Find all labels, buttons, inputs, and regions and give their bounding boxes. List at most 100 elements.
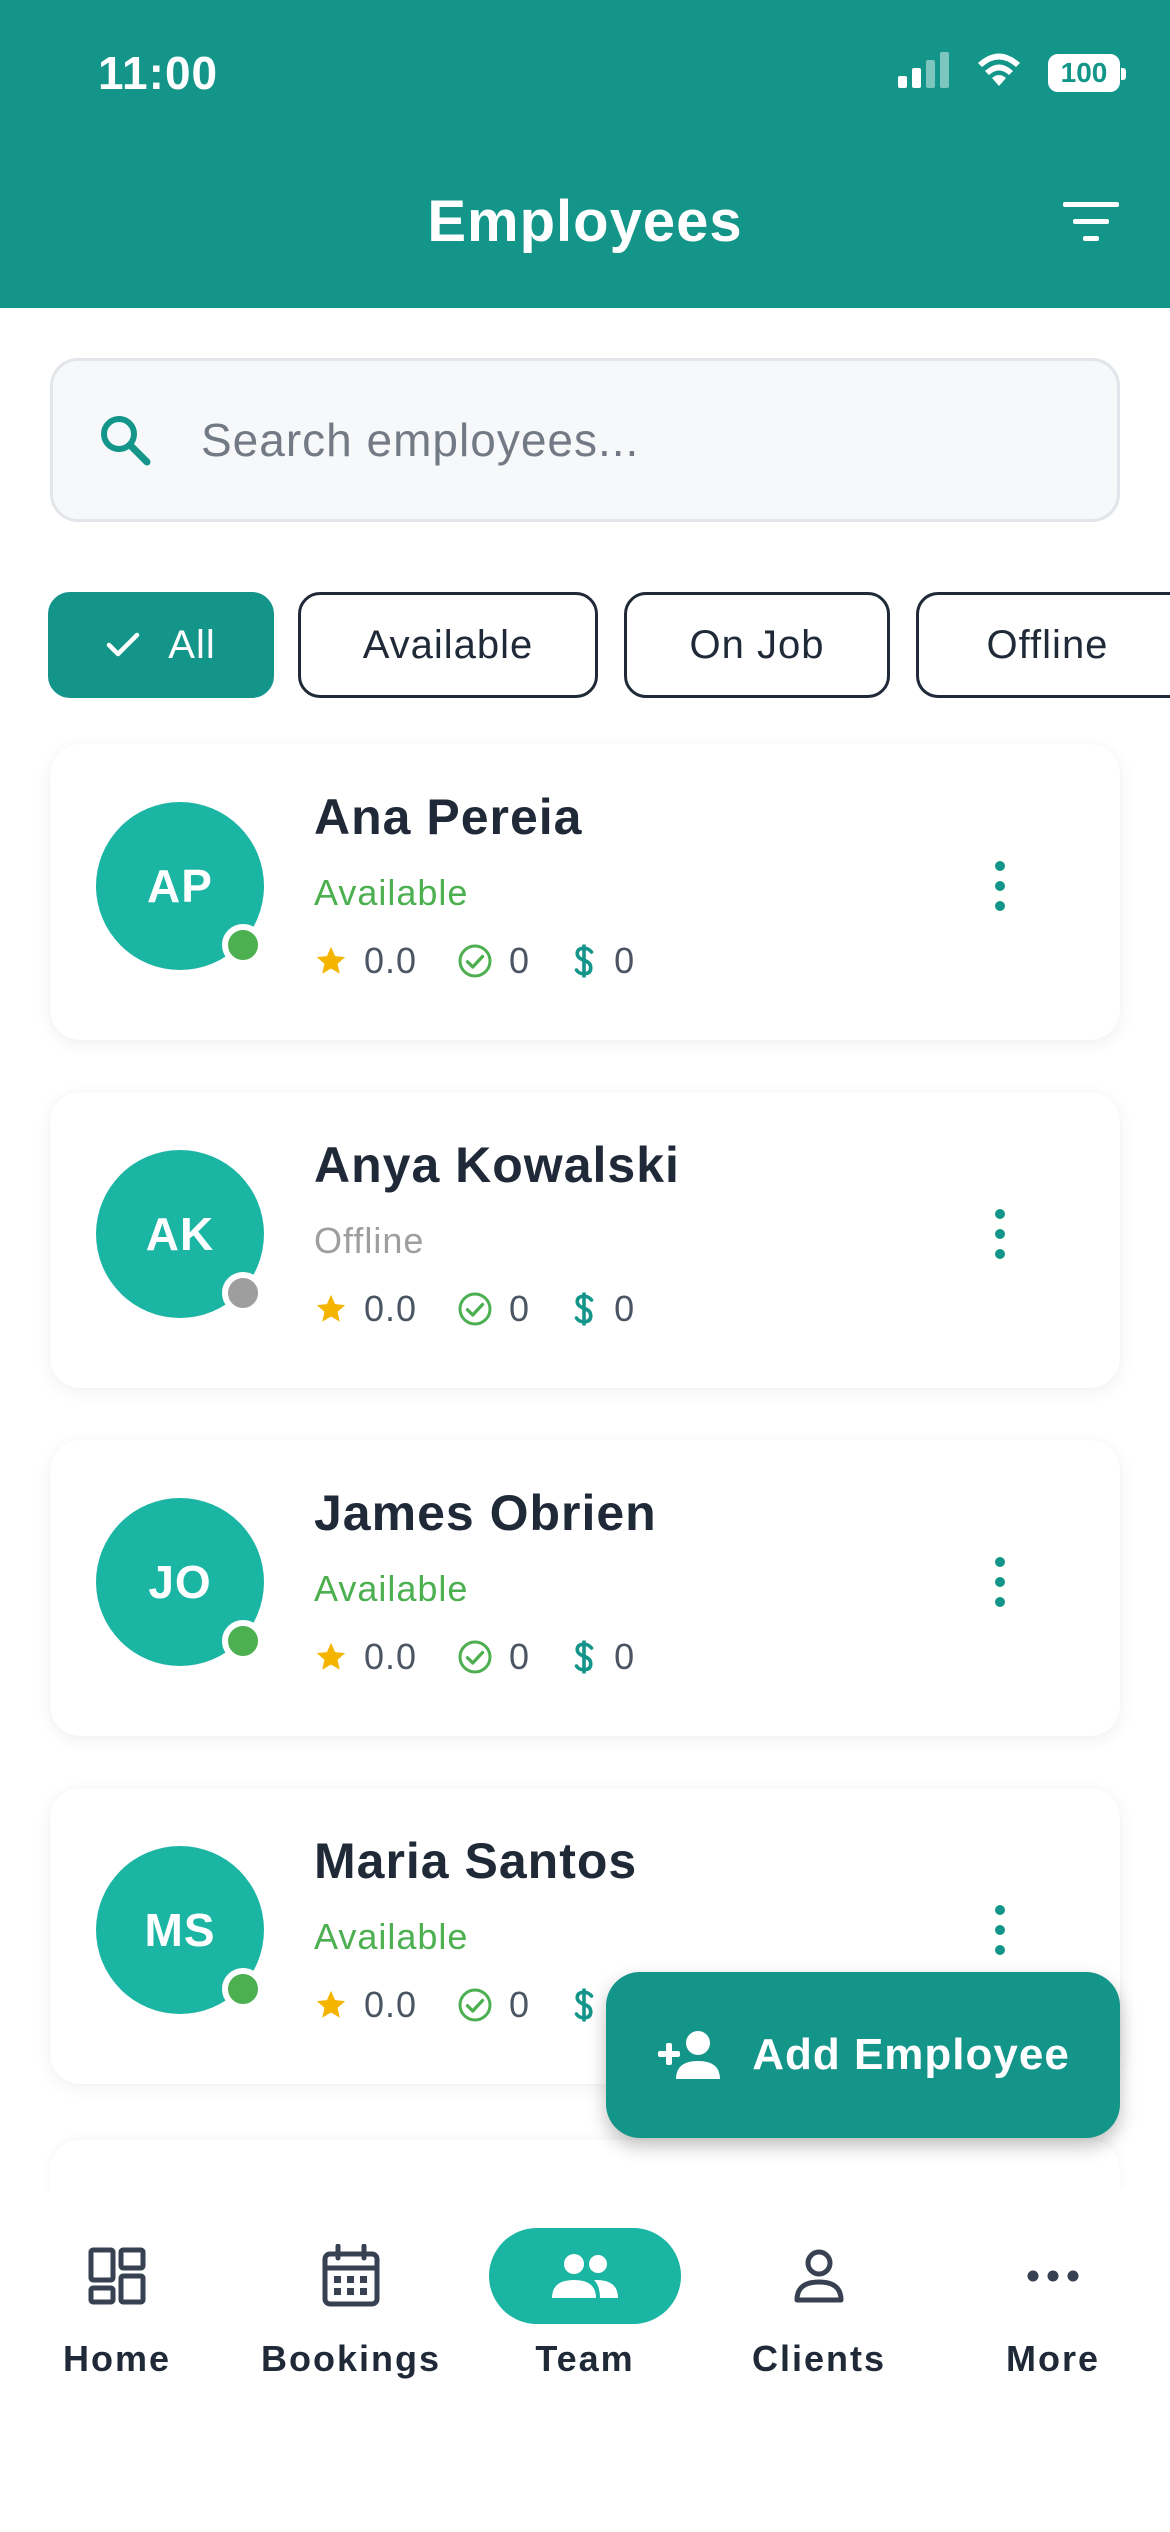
employee-status: Available: [314, 1916, 469, 1957]
check-icon: [106, 632, 140, 658]
more-options-button[interactable]: [980, 846, 1020, 926]
more-vertical-icon: [995, 861, 1005, 911]
nav-label: Bookings: [260, 2338, 441, 2379]
check-circle-icon: [458, 944, 492, 978]
status-icons: 100: [898, 52, 1126, 93]
nav-label: Clients: [751, 2338, 887, 2379]
jobs-value: 0: [509, 1636, 531, 1677]
employee-stats: 0.0 0 0: [314, 940, 675, 982]
battery-icon: 100: [1048, 53, 1126, 92]
rating-value: 0.0: [364, 940, 418, 981]
rating-stat: 0.0: [314, 1984, 417, 2026]
jobs-value: 0: [509, 1984, 531, 2025]
earnings-stat: 0: [570, 1636, 635, 1678]
more-vertical-icon: [995, 1557, 1005, 1607]
dollar-icon: [574, 1640, 594, 1674]
more-horizontal-icon: [957, 2228, 1149, 2324]
jobs-stat: 0: [457, 1984, 530, 2026]
employee-name: Ana Pereia: [314, 789, 583, 845]
nav-label: Team: [535, 2338, 635, 2379]
rating-stat: 0.0: [314, 1636, 417, 1678]
earnings-stat: 0: [570, 940, 635, 982]
filter-chip-label: Offline: [986, 622, 1109, 667]
dollar-icon: [574, 1292, 594, 1326]
nav-label: More: [1005, 2338, 1100, 2379]
jobs-value: 0: [509, 940, 531, 981]
people-icon: [489, 2228, 681, 2324]
nav-item-bookings[interactable]: Bookings: [234, 2228, 468, 2380]
filter-chip-offline[interactable]: Offline: [916, 592, 1170, 698]
employee-name: Anya Kowalski: [314, 1137, 680, 1193]
jobs-stat: 0: [457, 1288, 530, 1330]
employee-card[interactable]: AP Ana Pereia Available 0.0 0 0: [50, 744, 1120, 1040]
signal-icon: [898, 52, 950, 93]
more-options-button[interactable]: [980, 1890, 1020, 1970]
earnings-value: 0: [614, 1288, 636, 1329]
rating-value: 0.0: [364, 1288, 418, 1329]
filter-button[interactable]: [1056, 196, 1126, 252]
employee-status: Offline: [314, 1220, 425, 1261]
employee-stats: 0.0 0 0: [314, 1636, 675, 1678]
dollar-icon: [574, 944, 594, 978]
employee-status: Available: [314, 872, 469, 913]
employee-status: Available: [314, 1568, 469, 1609]
add-person-icon: [658, 2031, 721, 2079]
add-employee-label: Add Employee: [752, 2030, 1070, 2079]
employee-name: James Obrien: [314, 1485, 657, 1541]
status-time: 11:00: [98, 47, 219, 99]
page-title: Employees: [427, 189, 743, 254]
status-indicator: [222, 1968, 264, 2010]
app-header: 11:00 100 Employees: [0, 0, 1170, 308]
rating-value: 0.0: [364, 1636, 418, 1677]
employee-name: Maria Santos: [314, 1833, 638, 1889]
status-indicator: [222, 924, 264, 966]
rating-value: 0.0: [364, 1984, 418, 2025]
rating-stat: 0.0: [314, 1288, 417, 1330]
star-icon: [316, 1990, 346, 2018]
check-circle-icon: [458, 1988, 492, 2022]
nav-label: Home: [62, 2338, 172, 2379]
dollar-icon: [574, 1988, 594, 2022]
filter-chip-label: On Job: [689, 622, 825, 667]
wifi-icon: [976, 52, 1022, 93]
nav-item-more[interactable]: More: [936, 2228, 1170, 2380]
employee-stats: 0.0 0 0: [314, 1288, 675, 1330]
filter-chip-on-job[interactable]: On Job: [624, 592, 890, 698]
filter-chip-label: All: [168, 622, 216, 667]
filter-chip-label: Available: [362, 622, 534, 667]
earnings-stat: 0: [570, 1288, 635, 1330]
more-vertical-icon: [995, 1905, 1005, 1955]
jobs-stat: 0: [457, 940, 530, 982]
bottom-navigation: Home Bookings Team Clients More: [0, 2190, 1170, 2532]
jobs-value: 0: [509, 1288, 531, 1329]
earnings-value: 0: [614, 940, 636, 981]
add-employee-button[interactable]: Add Employee: [606, 1972, 1120, 2138]
nav-item-clients[interactable]: Clients: [702, 2228, 936, 2380]
employee-card[interactable]: JO James Obrien Available 0.0 0 0: [50, 1440, 1120, 1736]
check-circle-icon: [458, 1640, 492, 1674]
status-indicator: [222, 1620, 264, 1662]
more-options-button[interactable]: [980, 1194, 1020, 1274]
earnings-value: 0: [614, 1636, 636, 1677]
nav-item-home[interactable]: Home: [0, 2228, 234, 2380]
more-options-button[interactable]: [980, 1542, 1020, 1622]
star-icon: [316, 946, 346, 974]
search-icon: [93, 408, 157, 472]
rating-stat: 0.0: [314, 940, 417, 982]
filter-chip-all[interactable]: All: [48, 592, 274, 698]
check-circle-icon: [458, 1292, 492, 1326]
status-indicator: [222, 1272, 264, 1314]
search-input[interactable]: [201, 413, 1001, 467]
star-icon: [316, 1294, 346, 1322]
more-vertical-icon: [995, 1209, 1005, 1259]
person-icon: [723, 2228, 915, 2324]
jobs-stat: 0: [457, 1636, 530, 1678]
dashboard-icon: [21, 2228, 213, 2324]
search-bar: [50, 358, 1120, 522]
employee-card[interactable]: AK Anya Kowalski Offline 0.0 0 0: [50, 1092, 1120, 1388]
filter-chip-available[interactable]: Available: [298, 592, 598, 698]
star-icon: [316, 1642, 346, 1670]
calendar-icon: [255, 2228, 447, 2324]
filter-icon: [1063, 201, 1119, 247]
nav-item-team[interactable]: Team: [468, 2228, 702, 2380]
